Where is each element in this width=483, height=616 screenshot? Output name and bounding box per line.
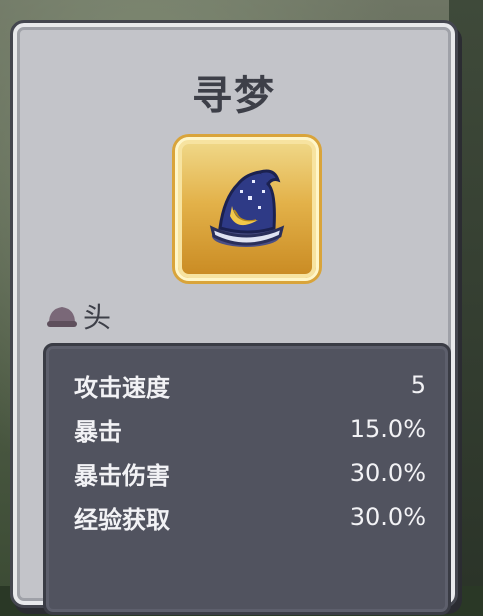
stat-value: 30.0%	[349, 459, 426, 487]
item-tooltip-panel: 寻梦 头 攻击速度 5 暴击 15.0% 暴击伤害 30.0% 经验获取 30.…	[10, 20, 458, 615]
item-title: 寻梦	[192, 73, 276, 119]
equipment-slot: 头	[45, 299, 112, 334]
stat-label: 攻击速度	[74, 373, 170, 402]
stat-label: 暴击	[74, 417, 122, 446]
stat-row-exp-gain: 经验获取 30.0%	[74, 498, 426, 536]
stat-label: 经验获取	[74, 505, 170, 534]
stat-value: 5	[410, 371, 426, 399]
head-slot-icon	[47, 307, 77, 327]
item-icon-frame[interactable]	[175, 137, 319, 281]
wizard-hat-icon	[209, 169, 285, 247]
stat-label: 暴击伤害	[74, 461, 170, 490]
stat-value: 15.0%	[349, 415, 426, 443]
stats-list: 攻击速度 5 暴击 15.0% 暴击伤害 30.0% 经验获取 30.0%	[43, 343, 451, 615]
stat-row-crit-damage: 暴击伤害 30.0%	[74, 454, 426, 492]
stat-row-crit: 暴击 15.0%	[74, 410, 426, 448]
stat-value: 30.0%	[349, 503, 426, 531]
stat-row-attack-speed: 攻击速度 5	[74, 366, 426, 404]
slot-label: 头	[83, 301, 112, 334]
